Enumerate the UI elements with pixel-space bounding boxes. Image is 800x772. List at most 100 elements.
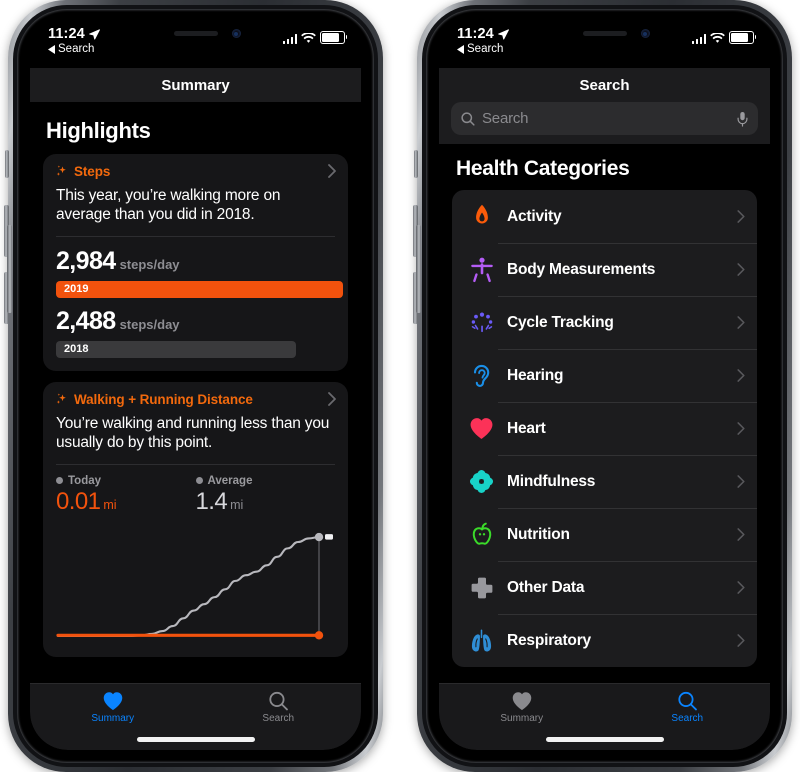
front-camera	[231, 29, 241, 38]
status-bar-left: 11:24 Search	[48, 26, 100, 55]
row-separator	[498, 349, 757, 350]
apple-icon	[465, 522, 498, 548]
silent-switch[interactable]	[414, 150, 418, 178]
legend-unit: mi	[230, 497, 244, 512]
legend-unit: mi	[103, 497, 117, 512]
phone-screen-summary: 11:24 Search Summary Highlights Steps Th…	[30, 22, 361, 750]
microphone-icon[interactable]	[737, 111, 748, 127]
chevron-right-icon	[737, 634, 745, 647]
category-row-respiratory[interactable]: Respiratory	[452, 614, 757, 667]
highlight-card-steps[interactable]: Steps This year, you’re walking more on …	[43, 154, 348, 371]
tab-label: Summary	[91, 713, 135, 724]
status-time: 11:24	[457, 26, 494, 42]
status-bar-right	[282, 31, 348, 44]
category-row-cycle-tracking[interactable]: Cycle Tracking	[452, 296, 757, 349]
chevron-right-icon	[328, 391, 336, 411]
power-button[interactable]	[7, 225, 12, 313]
row-separator	[498, 508, 757, 509]
category-row-body-measurements[interactable]: Body Measurements	[452, 243, 757, 296]
chevron-right-icon	[328, 164, 336, 183]
status-back-label: Search	[58, 43, 95, 55]
row-separator	[498, 614, 757, 615]
phone-screen-search: 11:24 Search Search Search Health Catego…	[439, 22, 770, 750]
category-label: Hearing	[507, 366, 564, 384]
legend-value: 0.01	[56, 487, 101, 515]
highlights-heading: Highlights	[46, 118, 151, 143]
nav-bar-summary: Summary	[30, 68, 361, 102]
lungs-icon	[465, 628, 498, 653]
summary-page-content[interactable]: Highlights Steps This year, you’re walki…	[30, 102, 361, 750]
card-header: Steps	[56, 164, 335, 179]
tab-label: Summary	[500, 713, 544, 724]
card-title: Steps	[74, 164, 111, 179]
category-row-hearing[interactable]: Hearing	[452, 349, 757, 402]
body-icon	[465, 257, 498, 283]
chevron-right-icon	[737, 369, 745, 382]
search-input[interactable]: Search	[451, 102, 758, 135]
card-header: Walking + Running Distance	[56, 392, 335, 407]
chevron-right-icon	[737, 422, 745, 435]
battery-icon	[320, 31, 348, 44]
page-title: Summary	[161, 76, 230, 94]
status-time-group: 11:24	[457, 26, 509, 42]
metric-value: 2,488	[56, 306, 116, 335]
highlight-card-walking-running[interactable]: Walking + Running Distance You’re walkin…	[43, 381, 348, 657]
notch	[528, 22, 681, 47]
power-button[interactable]	[416, 225, 421, 313]
metric-spacer	[56, 298, 335, 307]
earpiece-speaker	[582, 31, 627, 36]
status-back-label: Search	[467, 43, 504, 55]
category-row-activity[interactable]: Activity	[452, 190, 757, 243]
metric-block-2018: 2,488 steps/day 2018	[56, 307, 335, 358]
category-label: Heart	[507, 419, 546, 437]
legend-average: Average 1.4 mi	[195, 475, 336, 516]
home-indicator[interactable]	[136, 737, 255, 742]
battery-icon	[729, 31, 757, 44]
status-back-link[interactable]: Search	[48, 43, 100, 55]
row-separator	[498, 243, 757, 244]
distance-line-chart	[56, 522, 335, 644]
category-row-heart[interactable]: Heart	[452, 402, 757, 455]
category-row-nutrition[interactable]: Nutrition	[452, 508, 757, 561]
card-sentence: This year, you’re walking more on averag…	[56, 187, 281, 224]
metric-block-2019: 2,984 steps/day 2019	[56, 247, 343, 298]
row-separator	[498, 402, 757, 403]
card-title: Walking + Running Distance	[74, 391, 253, 407]
screenshot-stage: 11:24 Search Summary Highlights Steps Th…	[0, 0, 800, 772]
category-row-mindfulness[interactable]: Mindfulness	[452, 455, 757, 508]
chevron-right-icon	[737, 475, 745, 488]
page-title: Search	[579, 76, 630, 94]
health-categories-list[interactable]: Activity Body Measurements Cycle Trackin…	[452, 190, 757, 667]
metric-unit: steps/day	[119, 256, 180, 272]
legend-value: 1.4	[195, 487, 228, 515]
status-bar-left: 11:24 Search	[457, 26, 509, 55]
cycle-icon	[465, 311, 498, 335]
status-time: 11:24	[48, 26, 85, 42]
chart-legend: Today 0.01 mi Average 1.4 mi	[56, 475, 335, 516]
cross-icon	[465, 576, 498, 600]
metric-bar-label: 2018	[64, 343, 89, 356]
heart-icon	[103, 692, 123, 711]
home-indicator[interactable]	[545, 737, 664, 742]
silent-switch[interactable]	[5, 150, 9, 178]
category-row-other-data[interactable]: Other Data	[452, 561, 757, 614]
sparkle-icon	[56, 165, 66, 176]
legend-dot-today	[56, 477, 63, 484]
category-label: Cycle Tracking	[507, 313, 614, 331]
chevron-right-icon	[737, 210, 745, 223]
location-arrow-icon	[497, 28, 509, 40]
heart-icon	[512, 692, 532, 711]
wifi-icon	[710, 33, 725, 43]
heart-icon	[465, 417, 498, 440]
status-back-link[interactable]: Search	[457, 43, 509, 55]
chevron-right-icon	[737, 316, 745, 329]
section-title-health-categories: Health Categories	[456, 157, 630, 180]
search-page-content[interactable]: Search Health Categories Activity Body M…	[439, 102, 770, 750]
row-separator	[498, 455, 757, 456]
back-triangle-icon	[48, 44, 55, 54]
cellular-signal-icon	[691, 34, 706, 44]
search-header: Search	[439, 102, 770, 144]
status-time-group: 11:24	[48, 26, 100, 42]
category-label: Activity	[507, 207, 562, 225]
sparkle-icon	[56, 393, 66, 404]
